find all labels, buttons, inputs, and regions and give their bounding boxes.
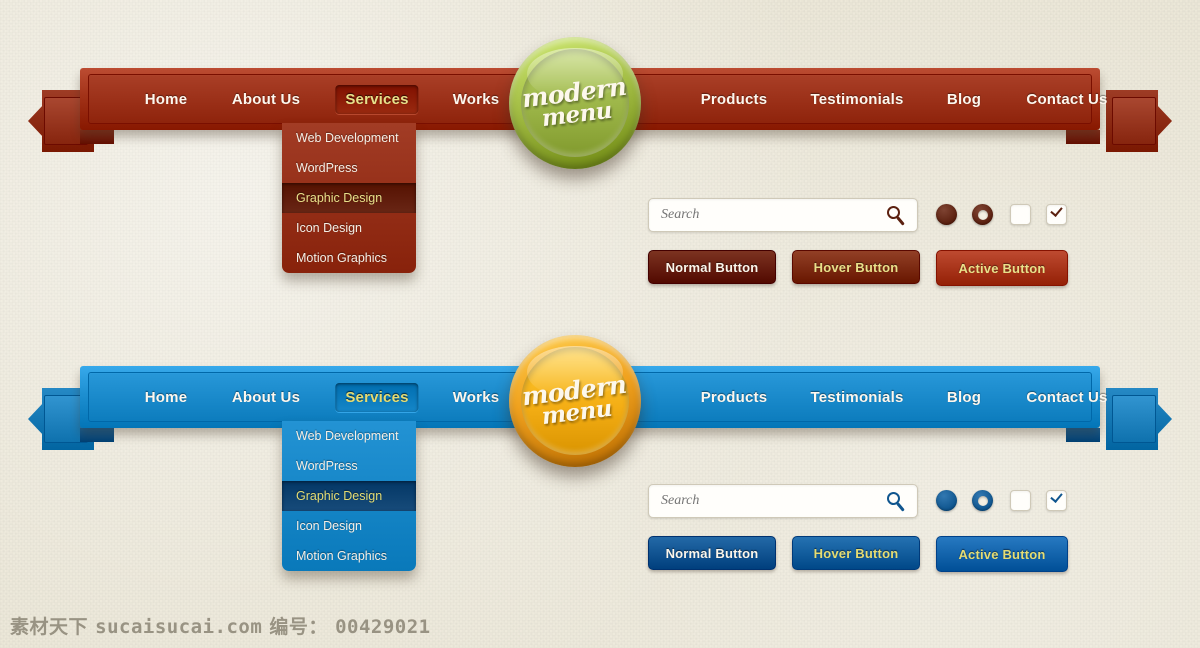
ribbon-fold-right bbox=[1066, 130, 1100, 144]
nav-item-services[interactable]: Services bbox=[335, 382, 419, 412]
modern-menu-badge[interactable]: modern menu bbox=[509, 335, 641, 467]
watermark-site: sucaisucai.com bbox=[95, 616, 263, 638]
modern-menu-badge[interactable]: modern menu bbox=[509, 37, 641, 169]
ribbon-tail-right-inner bbox=[1112, 395, 1156, 443]
checkbox-checked[interactable] bbox=[1046, 490, 1067, 511]
active-button[interactable]: Active Button bbox=[936, 536, 1068, 572]
nav-item-home[interactable]: Home bbox=[135, 85, 197, 114]
ribbon-tail-right-inner bbox=[1112, 97, 1156, 145]
dropdown-item-icon-design[interactable]: Icon Design bbox=[282, 511, 416, 541]
nav-item-about-us[interactable]: About Us bbox=[222, 85, 310, 114]
nav-item-testimonials[interactable]: Testimonials bbox=[801, 85, 914, 114]
dropdown-item-wordpress[interactable]: WordPress bbox=[282, 153, 416, 183]
watermark-id-value: 00429021 bbox=[335, 616, 431, 638]
ribbon-fold-left bbox=[80, 130, 114, 144]
nav-item-blog[interactable]: Blog bbox=[937, 383, 991, 412]
dropdown-item-graphic-design[interactable]: Graphic Design bbox=[282, 183, 416, 213]
stage: Home About Us Services Works Products Te… bbox=[0, 0, 1200, 648]
dropdown-item-graphic-design[interactable]: Graphic Design bbox=[282, 481, 416, 511]
radio-ring[interactable] bbox=[972, 490, 993, 511]
nav-item-home[interactable]: Home bbox=[135, 383, 197, 412]
radio-selected[interactable] bbox=[936, 204, 957, 225]
checkbox-unchecked[interactable] bbox=[1010, 490, 1031, 511]
ribbon-fold-right bbox=[1066, 428, 1100, 442]
normal-button[interactable]: Normal Button bbox=[648, 250, 776, 284]
nav-item-works[interactable]: Works bbox=[443, 85, 510, 114]
search-box[interactable] bbox=[648, 198, 918, 232]
search-icon[interactable] bbox=[883, 203, 917, 227]
dropdown-item-wordpress[interactable]: WordPress bbox=[282, 451, 416, 481]
nav-item-testimonials[interactable]: Testimonials bbox=[801, 383, 914, 412]
watermark-id-label: 编号： bbox=[269, 616, 328, 638]
hover-button[interactable]: Hover Button bbox=[792, 536, 920, 570]
checkbox-checked[interactable] bbox=[1046, 204, 1067, 225]
nav-item-contact-us[interactable]: Contact Us bbox=[1016, 85, 1117, 114]
widgets-blue: Normal Button Hover Button Active Button bbox=[620, 484, 1070, 584]
search-box[interactable] bbox=[648, 484, 918, 518]
search-input[interactable] bbox=[649, 493, 883, 509]
watermark: 素材天下 sucaisucai.com 编号： 00429021 bbox=[10, 612, 431, 639]
normal-button[interactable]: Normal Button bbox=[648, 536, 776, 570]
active-button[interactable]: Active Button bbox=[936, 250, 1068, 286]
search-input[interactable] bbox=[649, 207, 883, 223]
checkbox-unchecked[interactable] bbox=[1010, 204, 1031, 225]
dropdown-item-icon-design[interactable]: Icon Design bbox=[282, 213, 416, 243]
services-dropdown: Web Development WordPress Graphic Design… bbox=[282, 123, 416, 273]
nav-item-contact-us[interactable]: Contact Us bbox=[1016, 383, 1117, 412]
nav-item-services[interactable]: Services bbox=[335, 84, 419, 114]
check-icon bbox=[1050, 490, 1063, 503]
radio-ring[interactable] bbox=[972, 204, 993, 225]
ribbon-fold-left bbox=[80, 428, 114, 442]
watermark-prefix: 素材天下 bbox=[10, 616, 89, 638]
services-dropdown: Web Development WordPress Graphic Design… bbox=[282, 421, 416, 571]
nav-item-products[interactable]: Products bbox=[691, 85, 778, 114]
dropdown-item-motion-graphics[interactable]: Motion Graphics bbox=[282, 541, 416, 571]
nav-item-works[interactable]: Works bbox=[443, 383, 510, 412]
widgets-red: Normal Button Hover Button Active Button bbox=[620, 198, 1070, 298]
radio-selected[interactable] bbox=[936, 490, 957, 511]
nav-item-about-us[interactable]: About Us bbox=[222, 383, 310, 412]
badge-label: modern menu bbox=[520, 369, 630, 430]
dropdown-item-motion-graphics[interactable]: Motion Graphics bbox=[282, 243, 416, 273]
hover-button[interactable]: Hover Button bbox=[792, 250, 920, 284]
check-icon bbox=[1050, 204, 1063, 217]
badge-label: modern menu bbox=[520, 71, 630, 132]
nav-item-products[interactable]: Products bbox=[691, 383, 778, 412]
search-icon[interactable] bbox=[883, 489, 917, 513]
nav-item-blog[interactable]: Blog bbox=[937, 85, 991, 114]
